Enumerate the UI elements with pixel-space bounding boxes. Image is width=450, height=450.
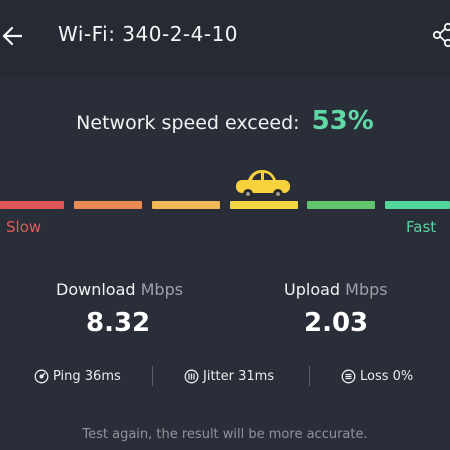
speed-headline: Network speed exceed: 53%	[0, 106, 450, 136]
speed-bar-segment	[74, 201, 142, 209]
speed-bar-segment	[307, 201, 375, 209]
speed-bar-segment	[385, 201, 450, 209]
upload-unit: Mbps	[345, 280, 388, 299]
download-value: 8.32	[86, 308, 151, 338]
loss-metric: Loss 0%	[341, 369, 413, 384]
fast-label: Fast	[406, 218, 437, 236]
test-again-hint[interactable]: Test again, the result will be more accu…	[0, 427, 450, 442]
speed-headline-text: Network speed exceed:	[76, 112, 300, 134]
upload-label: Upload Mbps	[284, 280, 388, 299]
jitter-icon	[184, 369, 199, 384]
speed-percent: 53%	[311, 106, 374, 136]
upload-value: 2.03	[304, 308, 369, 338]
divider	[309, 366, 310, 386]
loss-text: Loss 0%	[360, 369, 414, 384]
download-label: Download Mbps	[56, 280, 183, 299]
car-icon	[232, 166, 294, 202]
loss-icon	[341, 369, 356, 384]
ping-text: Ping 36ms	[53, 369, 121, 384]
upload-label-text: Upload	[284, 280, 341, 299]
slow-label: Slow	[6, 218, 42, 236]
jitter-text: Jitter 31ms	[203, 369, 275, 384]
page-title: Wi-Fi: 340-2-4-10	[58, 22, 239, 46]
download-unit: Mbps	[140, 280, 184, 299]
speed-bar-segment	[230, 201, 298, 209]
jitter-metric: Jitter 31ms	[184, 369, 274, 384]
share-icon[interactable]	[432, 22, 450, 48]
speed-bar-segment	[152, 201, 220, 209]
back-arrow-icon[interactable]	[0, 24, 24, 48]
app-header: Wi-Fi: 340-2-4-10	[0, 0, 450, 78]
speed-bar-segment	[0, 201, 64, 209]
ping-icon	[34, 369, 49, 384]
download-label-text: Download	[56, 280, 136, 299]
divider	[152, 366, 153, 386]
ping-metric: Ping 36ms	[34, 369, 121, 384]
